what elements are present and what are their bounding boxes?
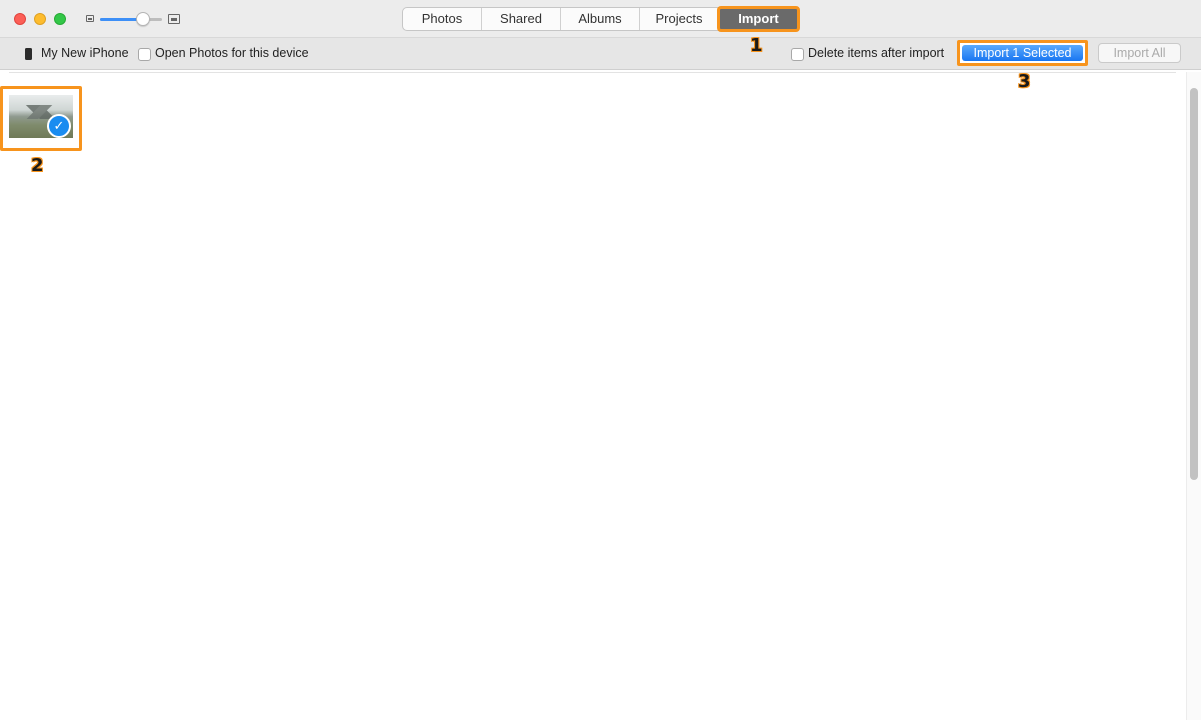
scrollbar-thumb[interactable] [1190, 88, 1198, 480]
tab-photos[interactable]: Photos [403, 8, 482, 30]
device-name: My New iPhone [41, 46, 129, 60]
tab-shared[interactable]: Shared [482, 8, 561, 30]
tab-albums[interactable]: Albums [561, 8, 640, 30]
step-number-1: 1 [750, 35, 763, 56]
maximize-window-button[interactable] [54, 13, 66, 25]
content-divider [9, 72, 1176, 73]
vertical-scrollbar[interactable] [1186, 72, 1201, 720]
view-tabs: Photos Shared Albums Projects Import [402, 6, 800, 32]
import-content-area: ✓ [0, 70, 1201, 720]
step-number-2: 2 [31, 155, 44, 176]
close-window-button[interactable] [14, 13, 26, 25]
zoom-out-icon[interactable] [86, 15, 94, 22]
tab-projects[interactable]: Projects [640, 8, 719, 30]
iphone-icon [25, 48, 32, 60]
import-all-button[interactable]: Import All [1098, 43, 1181, 63]
checkmark-icon[interactable]: ✓ [47, 114, 71, 138]
import-selected-button[interactable]: Import 1 Selected [962, 45, 1083, 61]
import-toolbar: My New iPhone Open Photos for this devic… [0, 38, 1201, 70]
minimize-window-button[interactable] [34, 13, 46, 25]
open-photos-checkbox[interactable] [138, 48, 151, 61]
open-photos-label[interactable]: Open Photos for this device [155, 46, 309, 60]
delete-after-import-label[interactable]: Delete items after import [808, 46, 944, 60]
zoom-in-icon[interactable] [168, 14, 180, 24]
delete-after-import-checkbox[interactable] [791, 48, 804, 61]
title-bar: Photos Shared Albums Projects Import [0, 0, 1201, 38]
thumbnail-size-slider[interactable] [100, 12, 162, 26]
slider-knob[interactable] [136, 12, 150, 26]
thumbnail-highlight: ✓ [0, 86, 82, 151]
tab-import[interactable]: Import [717, 6, 800, 32]
step-number-3: 3 [1018, 71, 1031, 92]
photos-import-window: Photos Shared Albums Projects Import My … [0, 0, 1201, 720]
import-selected-highlight: Import 1 Selected [957, 40, 1088, 66]
